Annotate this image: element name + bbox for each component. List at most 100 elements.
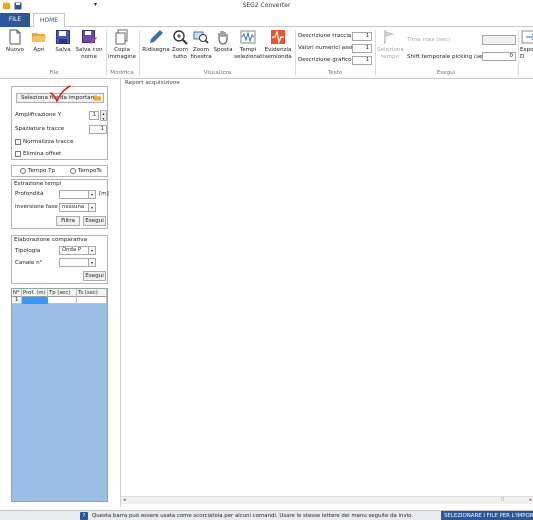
times-selected-button[interactable]: Tempi selezionati <box>234 29 264 60</box>
chevron-down-icon: ▾ <box>88 247 95 254</box>
save-button[interactable]: Salva <box>52 29 74 54</box>
results-grid[interactable]: N° Prof. (m) Tp (sec) Ts (sec) 1 <box>11 288 108 502</box>
depth-label: Profondità <box>15 191 44 197</box>
group-label-file: File <box>49 70 59 76</box>
trace-spacing-label: Spaziatura tracce <box>15 126 65 132</box>
table-cell[interactable] <box>77 297 107 304</box>
type-label: Tipologia <box>15 248 41 254</box>
left-panel: Seleziona file da importare... Amplifica… <box>8 82 112 504</box>
status-message: SELEZIONARE I FILE PER L'IMPORTAZIONE <box>441 511 533 520</box>
axis-values-spinner[interactable]: 1 <box>352 44 372 53</box>
ribbon-tabs: FILE HOME <box>0 13 533 28</box>
depth-combo[interactable]: ▾ <box>59 190 96 199</box>
horizontal-scrollbar[interactable]: ◂ ⁝⁝ ▸ <box>121 496 533 504</box>
axis-values-label: Valori numerici assi <box>298 45 353 51</box>
column-header[interactable]: N° <box>12 289 22 297</box>
folder-icon <box>94 95 101 101</box>
zoom-all-button[interactable]: Zoom tutto <box>170 29 190 60</box>
chevron-down-icon: ▾ <box>88 259 95 266</box>
shift-picking-label: Shift temporale picking (sec) <box>407 54 488 60</box>
group-label-text: Testo <box>327 70 343 76</box>
ribbon: Nuovo Apri Salva Salva con nome File Cop… <box>0 27 533 79</box>
ampl-y-stepper[interactable]: ▴ ▾ <box>100 110 107 121</box>
half-wave-icon <box>271 29 285 45</box>
save-as-icon <box>82 30 97 44</box>
zoom-window-icon <box>193 31 209 44</box>
copy-image-button[interactable]: Copia immagine <box>108 29 136 60</box>
time-tp-label: Tempo Tp <box>28 168 56 174</box>
tab-file[interactable]: FILE <box>0 13 30 27</box>
table-cell[interactable] <box>48 297 77 304</box>
select-time-button[interactable]: Seleziona tempo <box>377 29 404 60</box>
column-header[interactable]: Tp (sec) <box>48 289 77 297</box>
copy-icon <box>115 29 128 45</box>
new-button[interactable]: Nuovo <box>4 29 26 54</box>
channel-combo[interactable]: ▾ <box>59 258 96 267</box>
column-header[interactable]: Prof. (m) <box>22 289 48 297</box>
time-tp-radio[interactable] <box>20 168 26 174</box>
remove-offset-label: Elimina offset <box>23 151 62 157</box>
window-title: SEG2 Converter <box>242 2 291 9</box>
open-button[interactable]: Apri <box>28 29 50 54</box>
status-bar: ? Questa barra può essere usata come sco… <box>0 510 533 520</box>
import-settings-box: Seleziona file da importare... Amplifica… <box>11 85 108 160</box>
shift-picking-field[interactable]: 0 <box>482 52 516 61</box>
zoom-icon <box>173 30 188 45</box>
grid-header: N° Prof. (m) Tp (sec) Ts (sec) <box>12 289 107 297</box>
group-label-view: Visualizza <box>203 70 232 76</box>
zoom-window-button[interactable]: Zoom finestra <box>190 29 212 60</box>
time-type-box: Tempo Tp TempoTs <box>11 165 108 177</box>
execute-button[interactable]: Esegui <box>83 216 106 226</box>
title-bar: ▾ SEG2 Converter <box>0 0 533 13</box>
redraw-button[interactable]: Ridisegna <box>142 29 170 54</box>
phase-inversion-label: Inversione fase <box>15 204 58 210</box>
type-combo[interactable]: Onda P ▾ <box>59 246 96 255</box>
extract-title: Estrazione tempi <box>14 181 62 187</box>
selected-cell[interactable] <box>22 297 48 304</box>
folder-icon <box>32 33 46 42</box>
chevron-down-icon: ▾ <box>88 191 95 198</box>
hand-icon <box>218 31 228 45</box>
trace-spacing-field[interactable]: 1 <box>89 125 107 134</box>
remove-offset-checkbox[interactable] <box>15 151 21 157</box>
group-label-edit: Modifica <box>110 70 134 76</box>
report-title: Report acquisizione <box>125 80 180 86</box>
chart-desc-label: Descrizione grafico <box>298 57 352 63</box>
compare-title: Elaborazione comparativa <box>14 237 88 243</box>
help-icon[interactable]: ? <box>80 512 88 520</box>
column-header[interactable]: Ts (sec) <box>77 289 107 297</box>
time-ts-radio[interactable] <box>70 168 76 174</box>
ampl-y-field[interactable]: 1 <box>89 111 99 120</box>
highlight-half-wave-button[interactable]: Evidenzia semionda <box>263 29 293 60</box>
tab-home[interactable]: HOME <box>33 13 65 28</box>
time-extraction-box: Estrazione tempi Profondità ▾ [m] Invers… <box>11 179 109 229</box>
chart-desc-spinner[interactable]: 1 <box>352 56 372 65</box>
trace-desc-label: Descrizione traccia <box>298 33 352 39</box>
waveform-icon <box>240 30 256 44</box>
group-label-run: Esegui <box>436 70 456 76</box>
time-ts-label: TempoTs <box>78 168 102 174</box>
filter-button[interactable]: Filtra <box>56 216 80 226</box>
trace-desc-spinner[interactable]: 1 <box>352 32 372 41</box>
depth-unit: [m] <box>99 191 109 197</box>
new-document-icon <box>9 29 21 45</box>
phase-inversion-combo[interactable]: nessuna ▾ <box>59 203 96 212</box>
ampl-y-label: Amplificazione Y <box>15 112 62 118</box>
normalize-checkbox[interactable] <box>15 139 21 145</box>
channel-label: Canale n° <box>15 260 43 266</box>
scroll-right-icon[interactable]: ▸ <box>529 497 532 504</box>
save-icon <box>56 30 70 44</box>
scroll-grip-icon[interactable]: ⁝⁝ <box>501 497 504 504</box>
checkmark-annotation-icon <box>50 85 71 103</box>
pan-button[interactable]: Sposta <box>213 29 233 54</box>
group-separator <box>518 30 519 76</box>
chevron-down-icon: ▾ <box>88 204 95 211</box>
save-as-button[interactable]: Salva con nome <box>75 29 103 60</box>
table-row-header[interactable]: 1 <box>12 297 22 304</box>
status-text: Questa barra può essere usata come scorc… <box>92 513 414 519</box>
scroll-left-icon[interactable]: ◂ <box>123 497 126 504</box>
export-button[interactable]: Espo D <box>520 29 533 60</box>
execute-comparative-button[interactable]: Esegui <box>83 271 106 281</box>
normalize-label: Normalizza tracce <box>23 139 74 145</box>
time-max-field[interactable] <box>482 35 516 45</box>
